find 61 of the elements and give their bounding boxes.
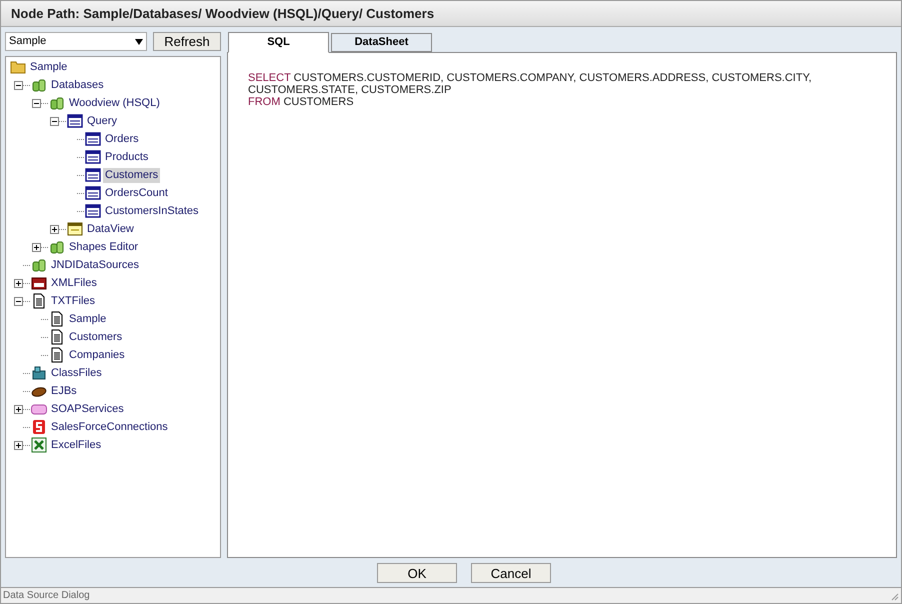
tree-item[interactable]: SalesForceConnections xyxy=(49,420,170,434)
tree-item[interactable]: Query xyxy=(85,114,119,128)
tree-item[interactable]: JNDIDataSources xyxy=(49,258,142,272)
source-dropdown[interactable]: Sample xyxy=(5,32,147,51)
dropdown-arrow-icon xyxy=(135,38,143,44)
tree-item[interactable]: Customers xyxy=(103,168,160,182)
database-icon xyxy=(49,239,65,255)
sql-icon xyxy=(85,131,101,147)
cancel-button[interactable]: Cancel xyxy=(471,563,551,583)
database-icon xyxy=(31,77,47,93)
collapse-toggle[interactable] xyxy=(32,98,41,108)
sql-icon xyxy=(85,167,101,183)
refresh-button[interactable]: Refresh xyxy=(153,32,221,51)
tree-item[interactable]: DataView xyxy=(85,222,136,236)
sql-icon xyxy=(85,203,101,219)
ok-button[interactable]: OK xyxy=(377,563,457,583)
expand-toggle[interactable] xyxy=(14,278,23,288)
tree-item[interactable]: Sample xyxy=(67,312,108,326)
collapse-toggle[interactable] xyxy=(50,116,59,126)
expand-toggle[interactable] xyxy=(14,404,23,414)
sql-icon xyxy=(85,149,101,165)
salesforce-icon xyxy=(31,419,47,435)
xml-icon xyxy=(31,275,47,291)
tab[interactable]: SQL xyxy=(228,32,329,53)
database-icon xyxy=(31,257,47,273)
expand-toggle[interactable] xyxy=(50,224,59,234)
dataview-icon xyxy=(67,221,83,237)
sql-icon xyxy=(85,185,101,201)
document-icon xyxy=(31,293,47,309)
tree-item[interactable]: Databases xyxy=(49,78,106,92)
tree-item[interactable]: ExcelFiles xyxy=(49,438,104,452)
class-icon xyxy=(31,365,47,381)
database-icon xyxy=(49,95,65,111)
tree-item[interactable]: EJBs xyxy=(49,384,79,398)
document-icon xyxy=(49,311,65,327)
tree-item[interactable]: ClassFiles xyxy=(49,366,104,380)
tree-item[interactable]: Orders xyxy=(103,132,141,146)
document-icon xyxy=(49,329,65,345)
sql-text: SELECT CUSTOMERS.CUSTOMERID, CUSTOMERS.COMPANY, CUSTOMERS.ADDRESS, CUSTOMERS.CITY, CUSTOMERS.STATE, CUSTOMERS.ZIP FROM CUSTOMERS xyxy=(248,72,813,108)
collapse-toggle[interactable] xyxy=(14,80,23,90)
tree-item[interactable]: CustomersInStates xyxy=(103,204,201,218)
document-icon xyxy=(49,347,65,363)
tab[interactable]: DataSheet xyxy=(331,33,432,52)
sql-icon xyxy=(67,113,83,129)
expand-toggle[interactable] xyxy=(14,440,23,450)
tree-item[interactable]: Woodview (HSQL) xyxy=(67,96,162,110)
tree-item[interactable]: Shapes Editor xyxy=(67,240,140,254)
excel-icon xyxy=(31,437,47,453)
tree-item[interactable]: Sample xyxy=(28,60,70,74)
expand-toggle[interactable] xyxy=(32,242,41,252)
tree-item[interactable]: Customers xyxy=(67,330,124,344)
tree-item[interactable]: TXTFiles xyxy=(49,294,97,308)
tree-item[interactable]: Products xyxy=(103,150,150,164)
status-text: Data Source Dialog xyxy=(3,589,90,603)
window-title: Node Path: Sample/Databases/ Woodview (HSQL)/Query/ Customers xyxy=(11,4,434,23)
tree-item[interactable]: OrdersCount xyxy=(103,186,170,200)
tree-item[interactable]: XMLFiles xyxy=(49,276,99,290)
tree-item[interactable]: SOAPServices xyxy=(49,402,126,416)
collapse-toggle[interactable] xyxy=(14,296,23,306)
tree-item[interactable]: Companies xyxy=(67,348,127,362)
folder-icon xyxy=(10,59,26,75)
